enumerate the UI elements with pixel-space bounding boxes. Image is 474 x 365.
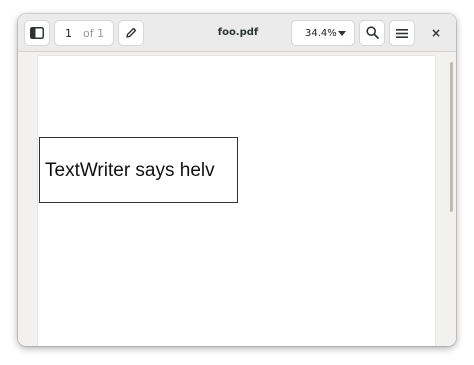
sidebar-icon xyxy=(30,24,44,43)
annotate-button[interactable] xyxy=(118,20,144,46)
search-button[interactable] xyxy=(359,20,385,46)
sidebar-toggle-button[interactable] xyxy=(24,20,50,46)
main-menu-button[interactable] xyxy=(389,20,415,46)
page-number-entry[interactable]: 1 of 1 xyxy=(54,20,114,46)
chevron-down-icon xyxy=(338,31,346,36)
close-button[interactable]: × xyxy=(426,23,446,43)
search-icon xyxy=(365,24,379,43)
document-viewer-window: 1 of 1 foo.pdf 34.4% × TextWriter says h… xyxy=(18,14,456,346)
text-annotation-box: TextWriter says helv xyxy=(39,137,238,203)
vertical-scrollbar[interactable] xyxy=(450,62,453,212)
close-icon: × xyxy=(430,26,442,40)
headerbar: 1 of 1 foo.pdf 34.4% × xyxy=(18,14,456,52)
page-total-label: of 1 xyxy=(83,26,105,40)
document-text: TextWriter says helv xyxy=(45,160,215,181)
window-title: foo.pdf xyxy=(217,27,259,38)
hamburger-menu-icon xyxy=(396,24,408,43)
zoom-level-dropdown[interactable]: 34.4% xyxy=(291,20,355,46)
zoom-level-value: 34.4% xyxy=(305,27,337,39)
current-page-number[interactable]: 1 xyxy=(65,27,81,40)
pencil-icon xyxy=(125,24,137,43)
